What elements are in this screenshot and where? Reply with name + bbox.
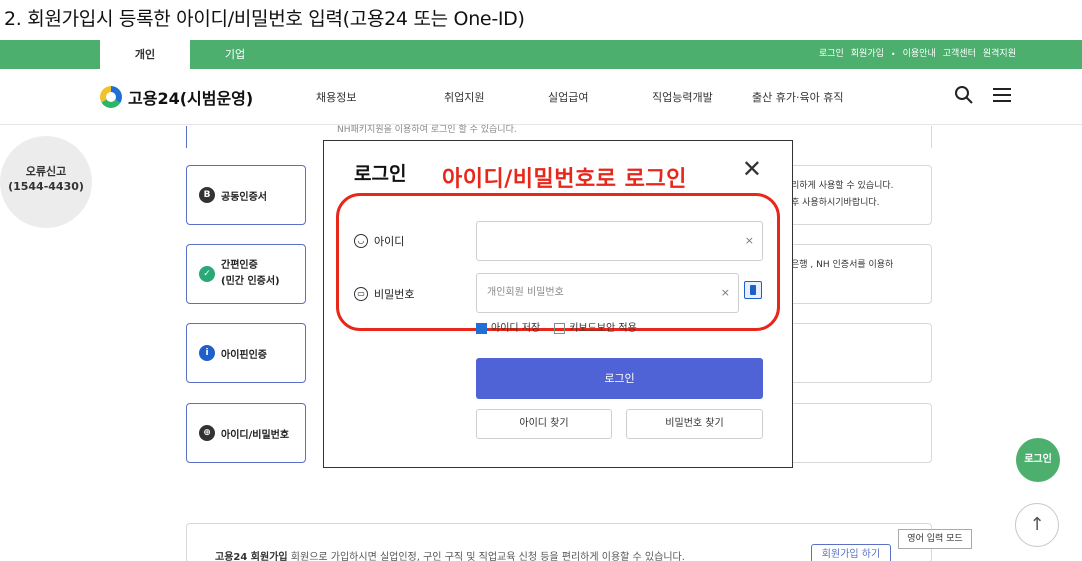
login-modal: 로그인 아이디/비밀번호로 로그인 ✕ ◡ 아이디 × ▭ 비밀번호 개인회원 … <box>323 140 793 468</box>
login-button[interactable]: 로그인 <box>476 358 763 399</box>
id-input[interactable]: × <box>476 221 763 261</box>
auth-card-idpw[interactable]: ⊕ 아이디/비밀번호 <box>186 403 306 463</box>
nav-parental-leave[interactable]: 출산 휴가·육아 휴직 <box>752 89 872 105</box>
auth-card-simple[interactable]: ✓ 간편인증 (민간 인증서) <box>186 244 306 304</box>
signup-banner-text: 고용24 회원가입 회원으로 가입하시면 실업인정, 구인 구직 및 직업교육 … <box>215 548 685 561</box>
info-text: 후 사용하시기바랍니다. <box>791 198 880 208</box>
checkbox-checked-icon <box>476 322 487 334</box>
site-header: 고용24(시범운영) 채용정보 취업지원 실업급여 직업능력개발 출산 휴가·육… <box>0 69 1082 125</box>
instruction-caption: 2. 회원가입시 등록한 아이디/비밀번호 입력(고용24 또는 One-ID) <box>4 8 525 30</box>
util-signup-link[interactable]: 회원가입 <box>851 40 884 69</box>
header-icons <box>954 85 1012 110</box>
auth-card-certificate[interactable]: B 공동인증서 <box>186 165 306 225</box>
logo-text: 고용24(시범운영) <box>128 89 254 108</box>
nav-job-info[interactable]: 채용정보 <box>316 89 376 105</box>
find-password-button[interactable]: 비밀번호 찾기 <box>626 409 763 439</box>
modal-title: 로그인 <box>354 163 407 185</box>
user-icon: ◡ <box>354 234 368 248</box>
auth-card-label: 아이디/비밀번호 <box>221 429 290 441</box>
signup-banner-title: 고용24 회원가입 <box>215 552 288 561</box>
nav-employment-support[interactable]: 취업지원 <box>444 89 504 105</box>
background-info-box: 은행 , NH 인증서를 이용하 <box>786 244 932 304</box>
arrow-up-icon: ↑ <box>1029 514 1045 535</box>
top-utility-bar: 개인 기업 로그인 회원가입 • 이용안내 고객센터 원격지원 <box>0 40 1082 69</box>
close-icon[interactable]: ✕ <box>742 157 762 181</box>
tab-company[interactable]: 기업 <box>190 40 280 69</box>
info-icon: i <box>199 345 215 361</box>
menu-icon[interactable] <box>992 85 1012 110</box>
checkbox-unchecked-icon <box>554 322 566 334</box>
id-label: ◡ 아이디 <box>354 233 404 249</box>
save-id-label: 아이디 저장 <box>491 323 541 334</box>
util-guide-link[interactable]: 이용안내 <box>903 40 936 69</box>
keyboard-security-label: 키보드보안 적용 <box>569 323 637 334</box>
ime-mode-tooltip: 영어 입력 모드 <box>898 529 972 549</box>
auth-card-label: 공동인증서 <box>221 191 267 203</box>
error-report-badge[interactable]: 오류신고 (1544-4430) <box>0 136 92 228</box>
background-info-box <box>786 403 932 463</box>
info-text: 리하게 사용할 수 있습니다. <box>791 181 894 191</box>
pw-label-text: 비밀번호 <box>374 288 415 301</box>
virtual-keyboard-icon[interactable] <box>744 281 762 299</box>
signup-banner-desc: 회원으로 가입하시면 실업인정, 구인 구직 및 직업교육 신청 등을 편리하게… <box>290 552 685 561</box>
background-info-box <box>786 323 932 383</box>
tab-personal[interactable]: 개인 <box>100 40 190 69</box>
find-id-button[interactable]: 아이디 찾기 <box>476 409 612 439</box>
util-support-link[interactable]: 고객센터 <box>943 40 976 69</box>
util-remote-link[interactable]: 원격지원 <box>983 40 1016 69</box>
logo-mark-icon <box>100 86 122 108</box>
keyboard-security-checkbox[interactable]: 키보드보안 적용 <box>554 319 637 334</box>
util-login-link[interactable]: 로그인 <box>819 40 844 69</box>
password-input[interactable]: 개인회원 비밀번호 × <box>476 273 739 313</box>
clear-icon[interactable]: × <box>721 274 730 312</box>
site-logo[interactable]: 고용24(시범운영) <box>100 85 253 109</box>
floating-login-button[interactable]: 로그인 <box>1016 438 1060 482</box>
error-report-phone: (1544-4430) <box>8 180 84 193</box>
nav-unemployment-benefit[interactable]: 실업급여 <box>548 89 608 105</box>
id-label-text: 아이디 <box>374 235 405 248</box>
pw-label: ▭ 비밀번호 <box>354 286 414 302</box>
auth-card-ipin[interactable]: i 아이핀인증 <box>186 323 306 383</box>
util-separator: • <box>890 50 896 59</box>
auth-card-label: 간편인증 (민간 인증서) <box>221 260 280 287</box>
login-options: 아이디 저장 키보드보안 적용 <box>476 319 637 334</box>
cert-icon: B <box>199 187 215 203</box>
error-report-label: 오류신고 <box>25 165 67 178</box>
auth-card-label: 아이핀인증 <box>221 349 267 361</box>
signup-banner: 고용24 회원가입 회원으로 가입하시면 실업인정, 구인 구직 및 직업교육 … <box>186 523 932 561</box>
shield-check-icon: ✓ <box>199 266 215 282</box>
annotation-label: 아이디/비밀번호로 로그인 <box>442 167 687 192</box>
background-strip-text: NH패키지원을 이용하여 로그인 할 수 있습니다. <box>337 125 517 135</box>
save-id-checkbox[interactable]: 아이디 저장 <box>476 319 540 334</box>
nav-vocational-training[interactable]: 직업능력개발 <box>652 89 722 105</box>
clear-icon[interactable]: × <box>745 222 754 260</box>
search-icon[interactable] <box>954 85 974 110</box>
lock-icon: ▭ <box>354 287 368 301</box>
utility-links: 로그인 회원가입 • 이용안내 고객센터 원격지원 <box>819 40 1016 69</box>
password-placeholder: 개인회원 비밀번호 <box>487 287 564 298</box>
signup-button[interactable]: 회원가입 하기 <box>811 544 891 561</box>
lock-icon: ⊕ <box>199 425 215 441</box>
info-text: 은행 , NH 인증서를 이용하 <box>791 260 894 270</box>
background-info-box: 리하게 사용할 수 있습니다. 후 사용하시기바랍니다. <box>786 165 932 225</box>
scroll-top-button[interactable]: ↑ <box>1015 503 1059 547</box>
